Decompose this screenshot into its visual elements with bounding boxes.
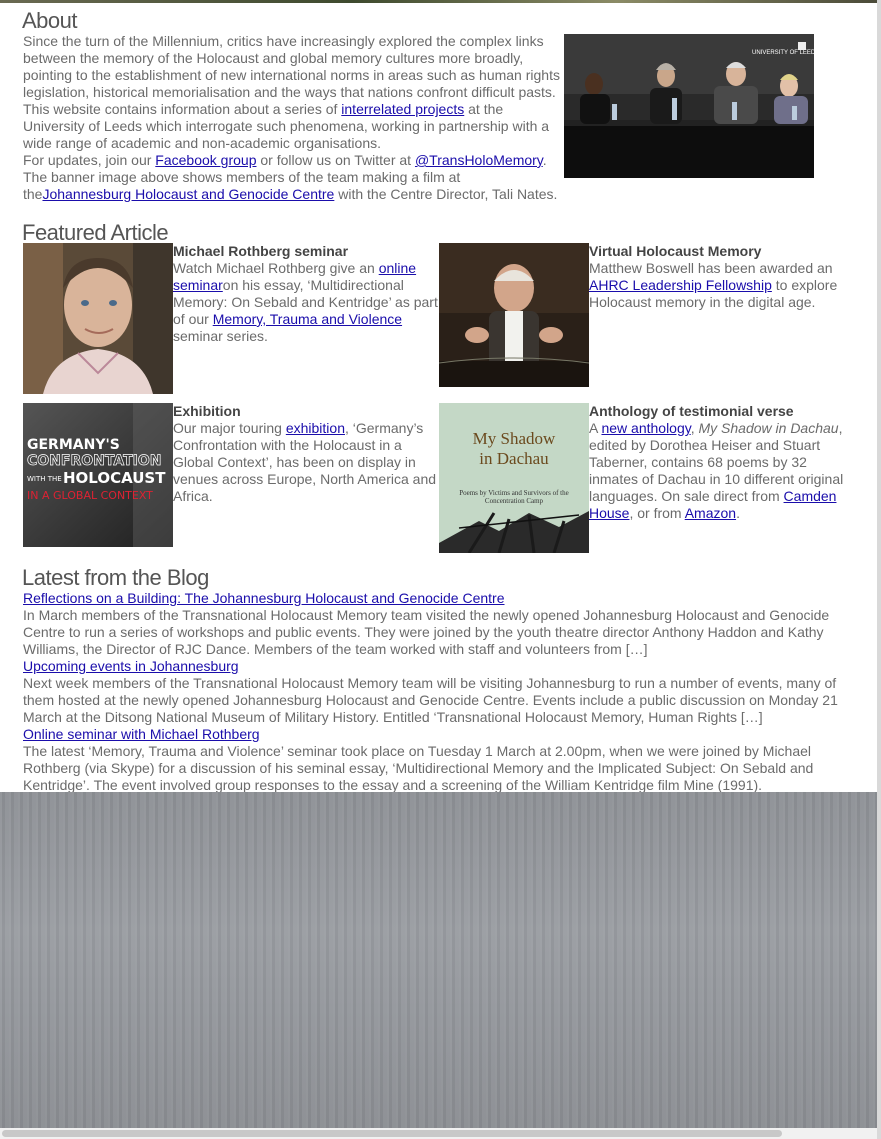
punct: . <box>542 152 547 168</box>
blog-post-title-link[interactable]: Online seminar with Michael Rothberg <box>23 726 260 742</box>
blog-post-excerpt: The latest ‘Memory, Trauma and Violence’… <box>23 743 814 793</box>
rothberg-heading: Michael Rothberg seminar <box>173 243 349 259</box>
card-text: Matthew Boswell has been awarded an <box>589 260 833 276</box>
twitter-handle-link[interactable]: @TransHoloMemory <box>415 152 543 168</box>
card-text: , or from <box>629 505 685 521</box>
blog-list: Reflections on a Building: The Johannesb… <box>23 590 843 794</box>
facebook-group-link[interactable]: Facebook group <box>155 152 256 168</box>
poster-line-1: GERMANY'S <box>27 437 120 453</box>
poster-line-2: CONFRONTATION <box>27 453 161 469</box>
exhibition-heading: Exhibition <box>173 403 241 419</box>
about-heading: About <box>22 8 78 33</box>
panel-discussion-video[interactable]: UNIVERSITY OF LEEDS <box>564 34 814 178</box>
cover-title-2: in Dachau <box>479 449 549 468</box>
horizontal-scrollbar[interactable] <box>0 1128 877 1139</box>
card-text: . <box>736 505 740 521</box>
panel-photo: UNIVERSITY OF LEEDS <box>564 34 814 178</box>
book-cover-image: My Shadow in Dachau Poems by Victims and… <box>439 403 589 553</box>
card-text: Our major touring <box>173 420 286 436</box>
exhibition-poster[interactable]: GERMANY'S CONFRONTATION WITH THE HOLOCAU… <box>23 403 173 547</box>
rothberg-card-text: Michael Rothberg seminar Watch Michael R… <box>173 243 438 345</box>
page-background-texture <box>0 792 877 1139</box>
banner-caption-cont: with the Centre Director, Tali Nates. <box>334 186 558 202</box>
book-title: My Shadow in Dachau <box>698 420 839 436</box>
blog-post: Online seminar with Michael Rothberg The… <box>23 726 843 794</box>
exhibition-card-text: Exhibition Our major touring exhibition,… <box>173 403 438 505</box>
about-text: Since the turn of the Millennium, critic… <box>23 33 563 203</box>
anthology-cover[interactable]: My Shadow in Dachau Poems by Victims and… <box>439 403 589 553</box>
poster-line-3b: HOLOCAUST <box>63 469 166 487</box>
university-of-leeds-logo: UNIVERSITY OF LEEDS <box>752 50 814 56</box>
portrait-image <box>23 243 173 394</box>
virtual-heading: Virtual Holocaust Memory <box>589 243 762 259</box>
blog-post-title-link[interactable]: Upcoming events in Johannesburg <box>23 658 239 674</box>
vertical-scrollbar-track[interactable] <box>877 0 881 1139</box>
blog-post-excerpt: Next week members of the Transnational H… <box>23 675 838 725</box>
exhibition-poster-image: GERMANY'S CONFRONTATION WITH THE HOLOCAU… <box>23 403 173 547</box>
virtual-memory-photo[interactable] <box>439 243 589 387</box>
memory-trauma-violence-link[interactable]: Memory, Trauma and Violence <box>213 311 402 327</box>
poster-line-3a: WITH THE <box>27 475 62 483</box>
blog-post: Upcoming events in Johannesburg Next wee… <box>23 658 843 726</box>
blog-heading: Latest from the Blog <box>22 565 209 590</box>
anthology-card-text: Anthology of testimonial verse A new ant… <box>589 403 844 522</box>
blog-post-title-link[interactable]: Reflections on a Building: The Johannesb… <box>23 590 505 606</box>
rothberg-photo[interactable] <box>23 243 173 394</box>
amazon-link[interactable]: Amazon <box>685 505 736 521</box>
blog-post: Reflections on a Building: The Johannesb… <box>23 590 843 658</box>
anthology-heading: Anthology of testimonial verse <box>589 403 794 419</box>
main-content: About Since the turn of the Millennium, … <box>0 3 877 794</box>
card-text: Watch Michael Rothberg give an <box>173 260 379 276</box>
horizontal-scrollbar-thumb[interactable] <box>2 1130 782 1137</box>
jhgc-link[interactable]: Johannesburg Holocaust and Genocide Cent… <box>42 186 334 202</box>
exhibition-link[interactable]: exhibition <box>286 420 345 436</box>
ahrc-fellowship-link[interactable]: AHRC Leadership Fellowship <box>589 277 772 293</box>
interrelated-projects-link[interactable]: interrelated projects <box>341 101 464 117</box>
cover-title-1: My Shadow <box>473 429 556 448</box>
blog-post-excerpt: In March members of the Transnational Ho… <box>23 607 830 657</box>
card-text: , <box>690 420 699 436</box>
updates-text: For updates, join our <box>23 152 156 168</box>
survivor-testimony-image <box>439 243 589 387</box>
virtual-card-text: Virtual Holocaust Memory Matthew Boswell… <box>589 243 844 311</box>
card-text: A <box>589 420 602 436</box>
twitter-text: or follow us on Twitter at <box>256 152 415 168</box>
new-anthology-link[interactable]: new anthology <box>601 420 690 436</box>
card-text: seminar series. <box>173 328 268 344</box>
cover-subtitle: Poems by Victims and Survivors of the Co… <box>459 489 569 505</box>
poster-line-4: IN A GLOBAL CONTEXT <box>27 489 153 502</box>
